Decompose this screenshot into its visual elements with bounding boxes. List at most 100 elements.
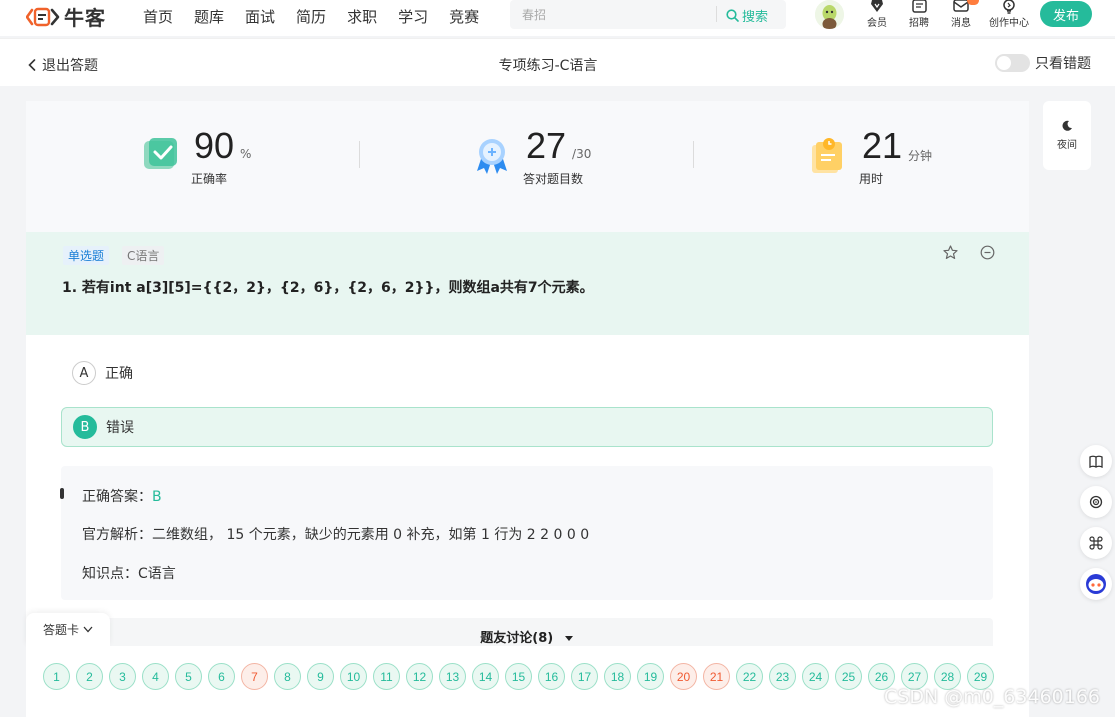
minus-circle-icon[interactable] xyxy=(980,245,995,260)
option-a[interactable]: A 正确 xyxy=(61,353,993,393)
answer-card-item[interactable]: 6 xyxy=(208,663,235,690)
practice-header: 退出答题 专项练习-C语言 只看错题 xyxy=(0,38,1115,86)
logo[interactable]: 牛客 xyxy=(26,2,106,31)
correct-answer-row: 正确答案：B xyxy=(82,486,162,506)
moon-icon xyxy=(1062,120,1072,131)
nav-link-resume[interactable]: 简历 xyxy=(296,6,326,27)
answer-card-item[interactable]: 24 xyxy=(802,663,829,690)
time-label: 用时 xyxy=(859,172,884,186)
recruit-icon xyxy=(911,0,927,13)
page-title: 专项练习-C语言 xyxy=(498,58,598,74)
vip-label: 会员 xyxy=(867,18,887,29)
answer-card-item[interactable]: 3 xyxy=(109,663,136,690)
search-box: 搜索 xyxy=(510,0,786,29)
clock-clipboard-icon xyxy=(812,138,842,173)
discussion-toggle[interactable]: 题友讨论(8) xyxy=(61,627,993,646)
night-mode-button[interactable]: 夜间 xyxy=(1043,101,1091,170)
answer-card-item[interactable]: 11 xyxy=(373,663,400,690)
official-explanation: 官方解析：二维数组， 15 个元素，缺少的元素用 0 补充，如第 1 行为 2 … xyxy=(82,527,590,543)
side-tool-assistant[interactable] xyxy=(1080,568,1112,600)
answer-card-item[interactable]: 16 xyxy=(538,663,565,690)
answer-card-item[interactable]: 7 xyxy=(241,663,268,690)
search-divider xyxy=(716,6,717,22)
question-actions xyxy=(943,245,995,260)
answer-card-item[interactable]: 8 xyxy=(274,663,301,690)
chevron-down-icon xyxy=(83,626,93,633)
time-unit: 分钟 xyxy=(908,149,933,163)
option-b[interactable]: B 错误 xyxy=(61,407,993,447)
toggle-switch[interactable] xyxy=(995,54,1030,72)
accuracy-label: 正确率 xyxy=(191,172,228,186)
only-wrong-toggle[interactable]: 只看错题 xyxy=(995,53,1091,73)
logo-icon xyxy=(26,7,60,26)
answer-card-item[interactable]: 21 xyxy=(703,663,730,690)
answer-card-item[interactable]: 9 xyxy=(307,663,334,690)
correct-count-label: 答对题目数 xyxy=(523,172,584,186)
question-text: 1. 若有int a[3][5]={{2，2}，{2，6}，{2，6，2}}，则… xyxy=(62,280,594,296)
recruit-label: 招聘 xyxy=(909,18,929,29)
answer-card-item[interactable]: 17 xyxy=(571,663,598,690)
top-navbar: 牛客 首页 题库 面试 简历 求职 学习 竞赛 搜索 会员 招聘 xyxy=(0,0,1115,36)
accuracy-unit: % xyxy=(240,147,252,161)
nav-link-question-bank[interactable]: 题库 xyxy=(194,6,224,27)
correct-answer-label: 正确答案： xyxy=(82,489,152,505)
answer-card-item[interactable]: 14 xyxy=(472,663,499,690)
nav-link-home[interactable]: 首页 xyxy=(143,6,173,27)
answer-card-item[interactable]: 18 xyxy=(604,663,631,690)
stat-time: 21 分钟 用时 xyxy=(808,125,933,186)
robot-assistant-icon xyxy=(1086,574,1106,594)
answer-card-item[interactable]: 15 xyxy=(505,663,532,690)
nav-link-learn[interactable]: 学习 xyxy=(398,6,428,27)
option-letter: A xyxy=(72,361,96,385)
time-value: 21 xyxy=(862,125,903,166)
correct-count-value: 27 xyxy=(526,125,567,166)
creator-center-button[interactable]: 创作中心 xyxy=(986,0,1032,29)
vip-button[interactable]: 会员 xyxy=(860,0,894,29)
caret-down-icon xyxy=(564,636,573,641)
side-tool-broadcast[interactable] xyxy=(1080,486,1112,518)
search-button-label: 搜索 xyxy=(742,10,769,25)
nav-link-contest[interactable]: 竞赛 xyxy=(449,6,479,27)
answer-card-item[interactable]: 12 xyxy=(406,663,433,690)
discussion-label: 题友讨论(8) xyxy=(480,631,554,646)
side-tool-command[interactable] xyxy=(1080,527,1112,559)
recruit-button[interactable]: 招聘 xyxy=(902,0,936,29)
stat-correct-count: 27 /30 答对题目数 xyxy=(472,125,591,186)
star-icon[interactable] xyxy=(943,245,958,260)
answer-card-item[interactable]: 10 xyxy=(340,663,367,690)
search-input[interactable] xyxy=(510,0,716,29)
publish-button[interactable]: 发布 xyxy=(1040,1,1092,27)
answer-card-tab[interactable]: 答题卡 xyxy=(26,613,110,646)
avatar[interactable] xyxy=(815,0,844,29)
stat-divider xyxy=(359,141,360,168)
answer-card-item[interactable]: 20 xyxy=(670,663,697,690)
answer-card-item[interactable]: 13 xyxy=(439,663,466,690)
answer-card-item[interactable]: 5 xyxy=(175,663,202,690)
broadcast-icon xyxy=(1089,495,1103,509)
only-wrong-label: 只看错题 xyxy=(1035,56,1091,72)
answer-card-item[interactable]: 4 xyxy=(142,663,169,690)
accuracy-value: 90 xyxy=(194,125,235,166)
search-button[interactable]: 搜索 xyxy=(726,6,768,25)
answer-card-item[interactable]: 25 xyxy=(835,663,862,690)
message-button[interactable]: 消息 xyxy=(944,0,979,29)
answer-card-item[interactable]: 23 xyxy=(769,663,796,690)
side-tool-book[interactable] xyxy=(1080,445,1112,477)
answer-card-item[interactable]: 19 xyxy=(637,663,664,690)
watermark: CSDN @m0_63460166 xyxy=(884,686,1101,708)
nav-icons: 会员 招聘 消息 创作中心 xyxy=(860,0,1032,29)
option-letter: B xyxy=(73,415,97,439)
answer-card-item[interactable]: 22 xyxy=(736,663,763,690)
answer-card-item[interactable]: 1 xyxy=(43,663,70,690)
answer-card-item[interactable]: 2 xyxy=(76,663,103,690)
nav-link-jobs[interactable]: 求职 xyxy=(347,6,377,27)
search-icon xyxy=(726,9,739,22)
book-icon xyxy=(1089,455,1103,468)
analysis-marker xyxy=(60,488,64,499)
avatar-icon xyxy=(815,0,844,29)
nav-link-interview[interactable]: 面试 xyxy=(245,6,275,27)
creator-center-label: 创作中心 xyxy=(989,18,1029,29)
stats-panel: 90 % 正确率 27 /30 答对题目数 21 分钟 用时 xyxy=(26,101,1029,232)
answer-card-panel: 1 2 3 4 5 6 7 8 9 10 11 12 13 14 15 16 17 18 19 20 21 22 23 24 2… xyxy=(26,646,1029,717)
vip-diamond-icon xyxy=(871,0,883,12)
